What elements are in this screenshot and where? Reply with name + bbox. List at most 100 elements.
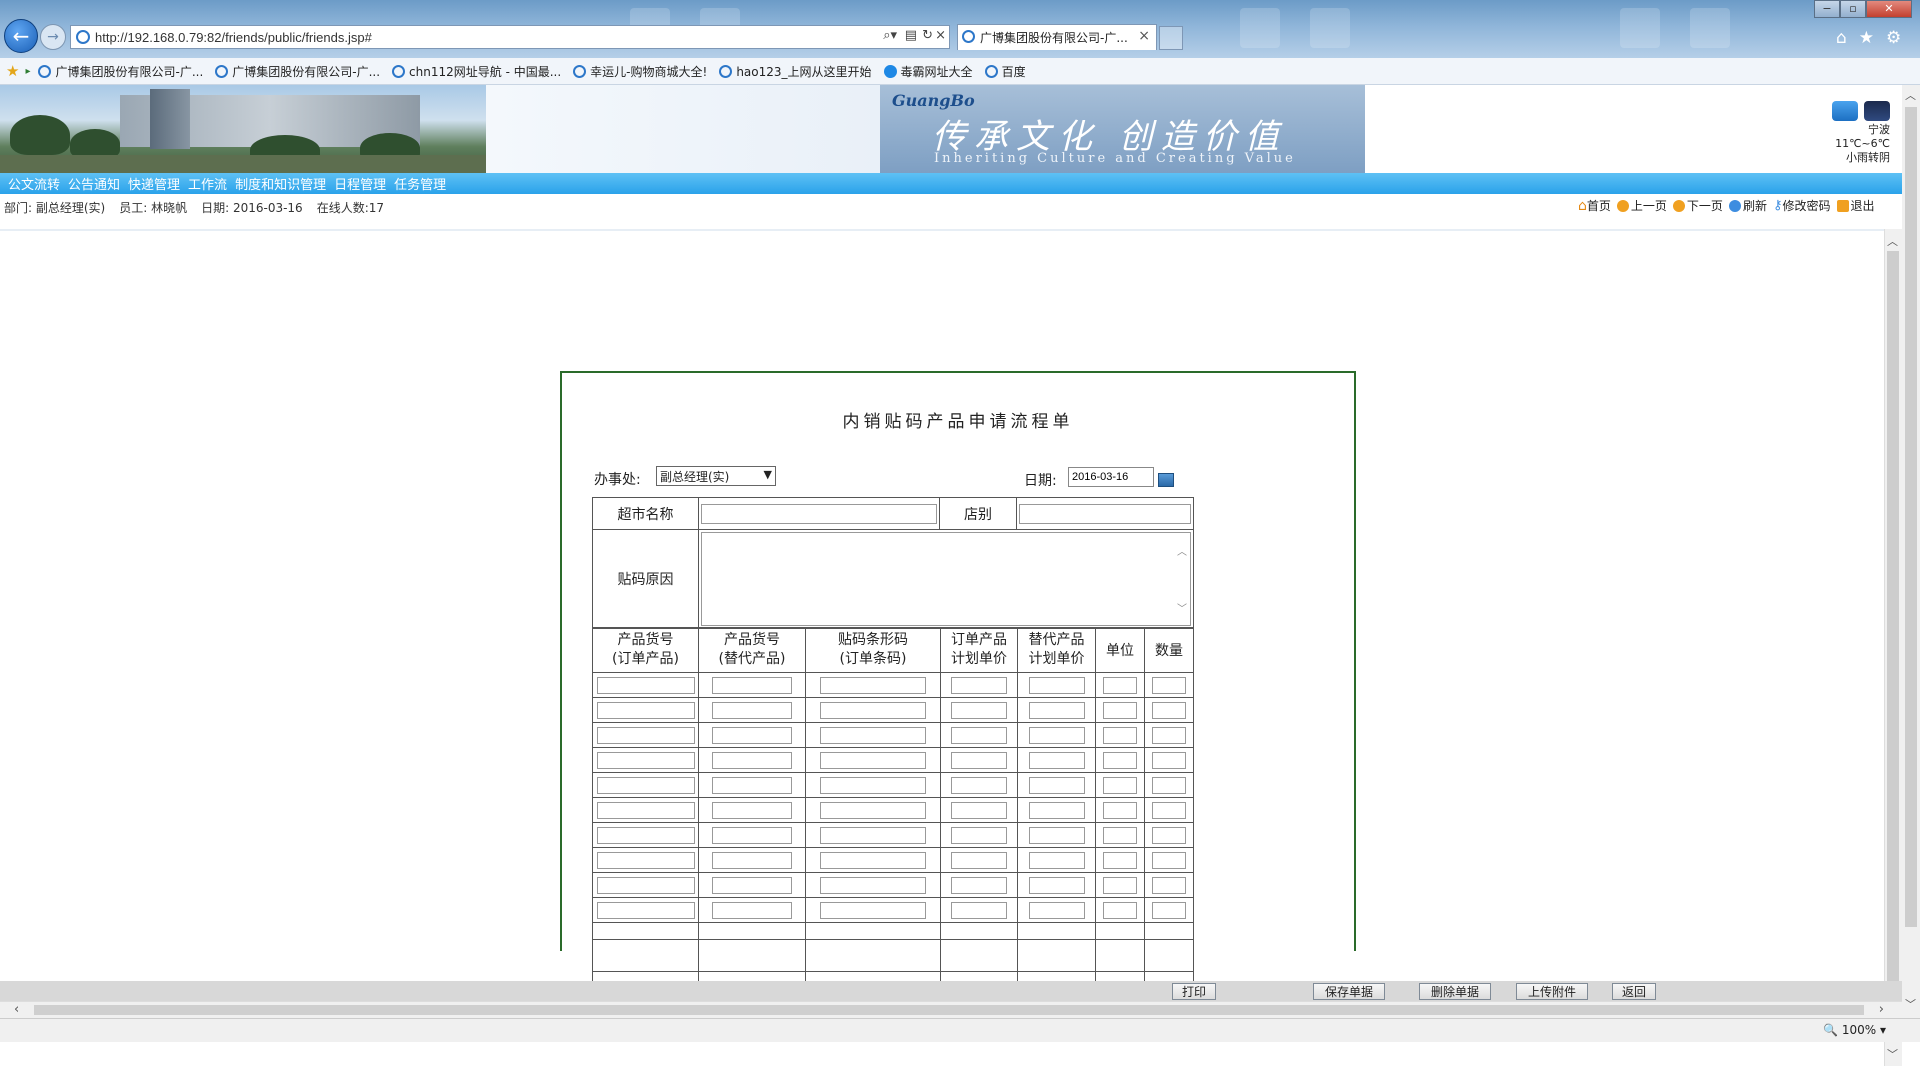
forward-arrow-icon[interactable]: → xyxy=(40,24,66,50)
table-cell-input[interactable] xyxy=(1028,726,1085,744)
table-cell-input[interactable] xyxy=(951,901,1007,919)
scroll-thumb[interactable] xyxy=(34,1005,1864,1015)
scroll-down-icon[interactable]: ﹀ xyxy=(1887,1046,1898,1062)
delete-button[interactable]: 删除单据 xyxy=(1419,983,1491,1000)
favorites-star-icon[interactable]: ★ xyxy=(6,62,19,80)
favorite-link[interactable]: 广博集团股份有限公司-广... xyxy=(215,63,380,80)
scroll-down-icon[interactable]: ﹀ xyxy=(1177,600,1187,615)
menu-express[interactable]: 快递管理 xyxy=(128,174,180,193)
table-cell-input[interactable] xyxy=(712,901,792,919)
back-arrow-icon[interactable]: ← xyxy=(4,19,38,53)
scroll-right-icon[interactable]: › xyxy=(1879,1002,1884,1017)
scroll-down-icon[interactable]: ﹀ xyxy=(1905,996,1916,1012)
table-cell-input[interactable] xyxy=(712,851,792,869)
home-link[interactable]: ⌂ 首页 xyxy=(1578,197,1611,214)
table-cell-input[interactable] xyxy=(1152,776,1186,794)
table-cell-input[interactable] xyxy=(820,776,926,794)
office-select[interactable]: 副总经理(实) ▼ xyxy=(656,466,776,486)
table-cell-input[interactable] xyxy=(712,726,792,744)
print-button[interactable]: 打印 xyxy=(1172,983,1216,1000)
table-cell-input[interactable] xyxy=(820,726,926,744)
table-cell-input[interactable] xyxy=(820,751,926,769)
table-cell-input[interactable] xyxy=(820,876,926,894)
home-icon[interactable]: ⌂ xyxy=(1836,28,1847,48)
table-cell-input[interactable] xyxy=(1103,826,1137,844)
table-cell-input[interactable] xyxy=(1152,826,1186,844)
table-cell-input[interactable] xyxy=(712,751,792,769)
gear-icon[interactable]: ⚙ xyxy=(1886,28,1901,48)
table-cell-input[interactable] xyxy=(596,826,695,844)
table-cell-input[interactable] xyxy=(712,876,792,894)
table-cell-input[interactable] xyxy=(1103,676,1137,694)
menu-announcements[interactable]: 公告通知 xyxy=(68,174,120,193)
table-cell-input[interactable] xyxy=(1152,901,1186,919)
table-cell-input[interactable] xyxy=(1103,876,1137,894)
favorite-link[interactable]: chn112网址导航 - 中国最... xyxy=(392,63,561,80)
refresh-icon[interactable]: ↻ xyxy=(922,28,933,43)
table-cell-input[interactable] xyxy=(1152,851,1186,869)
table-cell-input[interactable] xyxy=(596,776,695,794)
table-cell-input[interactable] xyxy=(1103,901,1137,919)
table-cell-input[interactable] xyxy=(596,701,695,719)
table-cell-input[interactable] xyxy=(820,851,926,869)
change-password-link[interactable]: ⚷ 修改密码 xyxy=(1773,197,1831,214)
table-cell-input[interactable] xyxy=(1103,801,1137,819)
store-input[interactable] xyxy=(1019,503,1191,524)
reason-textarea[interactable]: ︿ ﹀ xyxy=(701,532,1191,626)
table-cell-input[interactable] xyxy=(1103,851,1137,869)
table-cell-input[interactable] xyxy=(1152,751,1186,769)
scroll-thumb[interactable] xyxy=(1887,251,1899,1011)
table-cell-input[interactable] xyxy=(1028,776,1085,794)
table-cell-input[interactable] xyxy=(1103,776,1137,794)
table-cell-input[interactable] xyxy=(596,801,695,819)
table-cell-input[interactable] xyxy=(712,801,792,819)
search-icon[interactable]: ⌕▾ xyxy=(883,28,897,43)
date-input[interactable] xyxy=(1068,467,1154,487)
table-cell-input[interactable] xyxy=(712,776,792,794)
maximize-button[interactable]: ▫ xyxy=(1840,0,1866,18)
favorite-link[interactable]: 毒霸网址大全 xyxy=(883,63,973,80)
scroll-up-icon[interactable]: ︿ xyxy=(1905,87,1916,103)
table-cell-input[interactable] xyxy=(712,826,792,844)
frame-vertical-scrollbar[interactable]: ︿ ﹀ xyxy=(1884,229,1902,1066)
favorite-link[interactable]: 百度 xyxy=(984,63,1026,80)
close-tab-icon[interactable]: × xyxy=(1138,28,1150,44)
table-cell-input[interactable] xyxy=(951,751,1007,769)
table-cell-input[interactable] xyxy=(1103,751,1137,769)
table-cell-input[interactable] xyxy=(1152,676,1186,694)
close-window-button[interactable]: ✕ xyxy=(1866,0,1912,18)
menu-knowledge[interactable]: 制度和知识管理 xyxy=(235,174,326,193)
next-page-link[interactable]: 下一页 xyxy=(1672,197,1723,214)
scroll-up-icon[interactable]: ︿ xyxy=(1177,543,1187,558)
table-cell-input[interactable] xyxy=(596,751,695,769)
table-cell-input[interactable] xyxy=(1028,851,1085,869)
menu-schedule[interactable]: 日程管理 xyxy=(334,174,386,193)
add-favorite-icon[interactable]: ▸ xyxy=(25,66,30,77)
table-cell-input[interactable] xyxy=(951,826,1007,844)
table-cell-input[interactable] xyxy=(1103,726,1137,744)
table-cell-input[interactable] xyxy=(951,726,1007,744)
table-cell-input[interactable] xyxy=(1103,701,1137,719)
table-cell-input[interactable] xyxy=(596,901,695,919)
table-cell-input[interactable] xyxy=(712,701,792,719)
table-cell-input[interactable] xyxy=(712,676,792,694)
table-cell-input[interactable] xyxy=(596,851,695,869)
new-tab-button[interactable] xyxy=(1159,26,1183,50)
stop-icon[interactable]: × xyxy=(935,28,946,43)
table-cell-input[interactable] xyxy=(951,676,1007,694)
refresh-link[interactable]: 刷新 xyxy=(1728,197,1767,214)
table-cell-input[interactable] xyxy=(951,776,1007,794)
favorite-link[interactable]: 幸运儿-购物商城大全! xyxy=(573,63,707,80)
table-cell-input[interactable] xyxy=(1028,826,1085,844)
supermarket-input[interactable] xyxy=(701,503,937,524)
table-cell-input[interactable] xyxy=(820,676,926,694)
table-cell-input[interactable] xyxy=(1028,676,1085,694)
horizontal-scrollbar[interactable]: ‹ › xyxy=(0,1001,1902,1019)
logout-link[interactable]: 退出 xyxy=(1836,197,1875,214)
table-cell-input[interactable] xyxy=(951,801,1007,819)
menu-document-flow[interactable]: 公文流转 xyxy=(8,174,60,193)
table-cell-input[interactable] xyxy=(1152,876,1186,894)
scroll-left-icon[interactable]: ‹ xyxy=(14,1002,19,1017)
menu-tasks[interactable]: 任务管理 xyxy=(394,174,446,193)
page-vertical-scrollbar[interactable]: ︿ ﹀ xyxy=(1902,85,1920,1018)
